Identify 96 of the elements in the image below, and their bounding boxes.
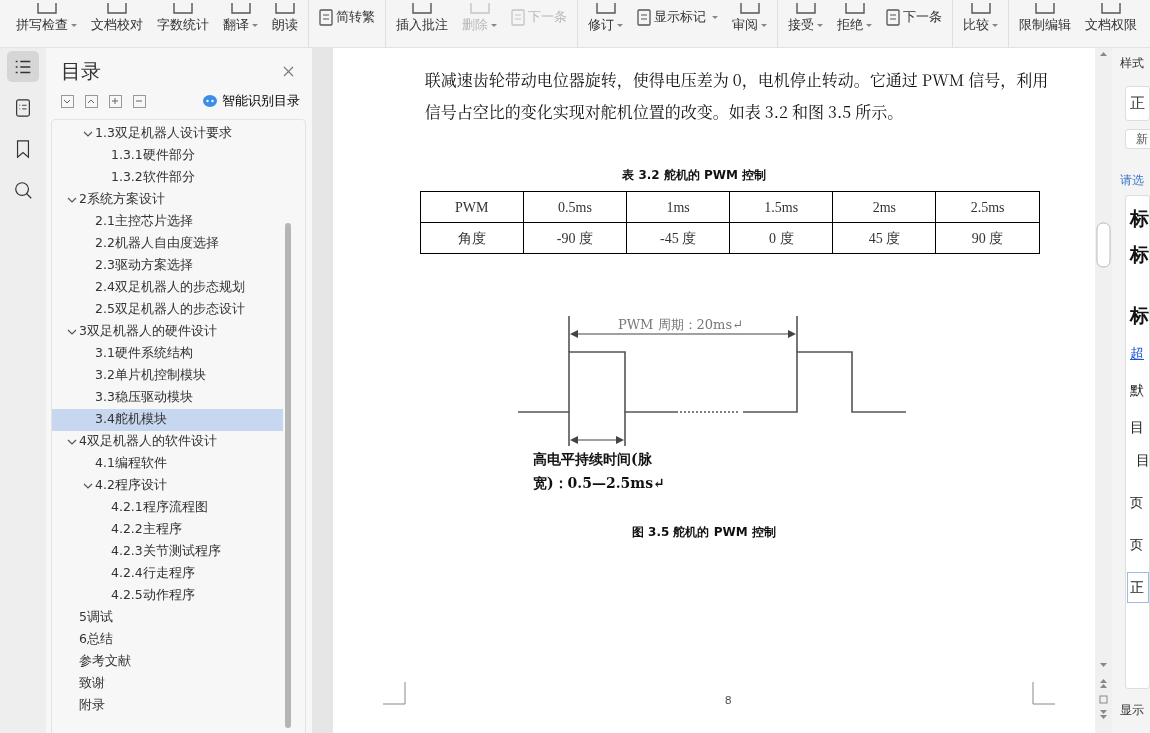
toc-item[interactable]: 4双足机器人的软件设计	[51, 430, 283, 453]
table-cell: 45 度	[832, 222, 936, 254]
table-cell: 0.5ms	[523, 191, 627, 223]
table-cell: 0 度	[729, 222, 833, 254]
toolbar-button[interactable]: 字数统计	[153, 0, 213, 47]
toc-item[interactable]: 5调试	[51, 606, 283, 629]
style-field[interactable]: 正	[1125, 86, 1150, 121]
toolbar-button[interactable]: 翻译	[219, 0, 262, 47]
close-icon[interactable]	[282, 65, 294, 77]
toc-item[interactable]: 2.5双足机器人的步态设计	[51, 298, 283, 321]
style-entry[interactable]: 标	[1130, 240, 1149, 269]
panel-title: 目录	[60, 58, 101, 85]
toolbar-button[interactable]: 拒绝	[833, 0, 876, 47]
table-cell: 90 度	[936, 222, 1040, 254]
toolbar-button[interactable]: 拼写检查	[12, 0, 81, 47]
text-line: 联减速齿轮带动电位器旋转，使得电压差为 0，电机停止转动。它通过 PWM 信号，利用	[424, 67, 1050, 93]
toc-item[interactable]: 参考文献	[51, 650, 283, 673]
toc-item[interactable]: 附录	[51, 694, 283, 717]
expand-icon[interactable]	[60, 94, 74, 108]
toc-item[interactable]: 4.2.1程序流程图	[51, 496, 283, 519]
toolbar-button[interactable]: 插入批注	[392, 0, 452, 47]
plus-icon[interactable]	[108, 94, 122, 108]
style-entry[interactable]: 页	[1130, 534, 1149, 554]
toc-item[interactable]: 2.4双足机器人的步态规划	[51, 276, 283, 299]
table-cell: 2.5ms	[936, 191, 1040, 223]
figure-caption: 图 3.5 舵机的 PWM 控制	[630, 524, 777, 541]
style-entry[interactable]: 正	[1127, 572, 1149, 603]
toolbar-button[interactable]: 朗读	[268, 0, 302, 47]
toc-item[interactable]: 3.4舵机模块	[51, 408, 283, 431]
toolbar-button[interactable]: 比较	[959, 0, 1002, 47]
chevron-down-icon[interactable]	[66, 437, 77, 446]
panel-title: 样式	[1120, 55, 1145, 72]
toc-item[interactable]: 3.2单片机控制模块	[51, 364, 283, 387]
collapse-icon[interactable]	[84, 94, 98, 108]
corner-mark	[1031, 682, 1055, 705]
toolbar-button[interactable]: 文档校对	[87, 0, 147, 47]
toc-item[interactable]: 4.2.5动作程序	[51, 584, 283, 607]
table-cell: 1.5ms	[729, 191, 833, 223]
toc-item[interactable]: 2.3驱动方案选择	[51, 254, 283, 277]
text-line: 信号占空比的变化实现对舵机位置的改变。如表 3.2 和图 3.5 所示。	[424, 99, 905, 125]
chevron-down-icon[interactable]	[82, 481, 93, 490]
toc-item[interactable]: 3.3稳压驱动模块	[51, 386, 283, 409]
toc-item[interactable]: 4.2程序设计	[51, 474, 283, 497]
toc-item[interactable]: 2.2机器人自由度选择	[51, 232, 283, 255]
table-cell: -45 度	[626, 222, 730, 254]
toolbar-button[interactable]: 文档权限	[1081, 0, 1141, 47]
style-entry[interactable]: 目	[1130, 450, 1149, 471]
toolbar-button[interactable]: 限制编辑	[1015, 0, 1075, 47]
toolbar-button[interactable]: 审阅	[728, 0, 771, 47]
new-style-button[interactable]: 新	[1125, 128, 1150, 149]
table-cell: 2ms	[832, 191, 936, 223]
toolbar-button[interactable]: 简转繁	[315, 0, 379, 47]
sidebar-tab[interactable]	[6, 51, 39, 82]
toolbar-button[interactable]: 显示标记	[633, 0, 722, 47]
style-entry[interactable]: 页	[1130, 493, 1149, 513]
toc-item[interactable]: 4.2.2主程序	[51, 518, 283, 541]
chevron-down-icon[interactable]	[82, 129, 93, 138]
table-cell: PWM	[420, 191, 524, 223]
table-cell: 1ms	[626, 191, 730, 223]
toc-item[interactable]: 2.1主控芯片选择	[51, 210, 283, 233]
table-cell: 角度	[420, 222, 524, 254]
pulse-width-label: 高电平持续时间(脉	[532, 451, 652, 467]
chevron-down-icon[interactable]	[66, 327, 77, 336]
table-caption: 表 3.2 舵机的 PWM 控制	[621, 167, 768, 184]
toc-item[interactable]: 4.1编程软件	[51, 452, 283, 475]
toc-item[interactable]: 3双足机器人的硬件设计	[51, 320, 283, 343]
style-entry[interactable]: 标	[1130, 300, 1149, 329]
hint-text: 请选	[1120, 171, 1145, 189]
toc-item[interactable]: 1.3.1硬件部分	[51, 144, 283, 167]
toc-item[interactable]: 致谢	[51, 672, 283, 695]
robot-icon	[202, 95, 217, 108]
toc-item[interactable]: 4.2.4行走程序	[51, 562, 283, 585]
toolbar-button[interactable]: 下一条	[882, 0, 946, 47]
toc-item[interactable]: 1.3.2软件部分	[51, 166, 283, 189]
style-entry[interactable]: 目	[1130, 417, 1149, 438]
toc-item[interactable]: 3.1硬件系统结构	[51, 342, 283, 365]
page-number: 8	[724, 693, 732, 709]
toc-item[interactable]: 6总结	[51, 628, 283, 651]
toc-item[interactable]: 4.2.3关节测试程序	[51, 540, 283, 563]
toolbar-button[interactable]: 修订	[584, 0, 627, 47]
style-entry[interactable]: 超	[1130, 343, 1149, 364]
toolbar-button[interactable]: 接受	[784, 0, 827, 47]
chevron-down-icon[interactable]	[66, 195, 77, 204]
pulse-width-label: 宽)：0.5—2.5ms↵	[532, 475, 665, 491]
table-cell: -90 度	[523, 222, 627, 254]
corner-mark	[382, 682, 406, 705]
period-label: PWM 周期：20ms↵	[617, 317, 743, 332]
smart-toc-button[interactable]: 智能识别目录	[202, 92, 300, 111]
minus-icon[interactable]	[132, 94, 146, 108]
toc-item[interactable]: 1.3双足机器人设计要求	[51, 122, 283, 145]
pulse-width-arrow	[569, 436, 624, 444]
style-entry[interactable]: 默	[1130, 380, 1149, 401]
toc-item[interactable]: 2系统方案设计	[51, 188, 283, 211]
style-entry[interactable]: 标	[1130, 203, 1149, 232]
scrollbar-thumb[interactable]	[284, 223, 291, 728]
footer-text: 显示	[1120, 701, 1145, 719]
